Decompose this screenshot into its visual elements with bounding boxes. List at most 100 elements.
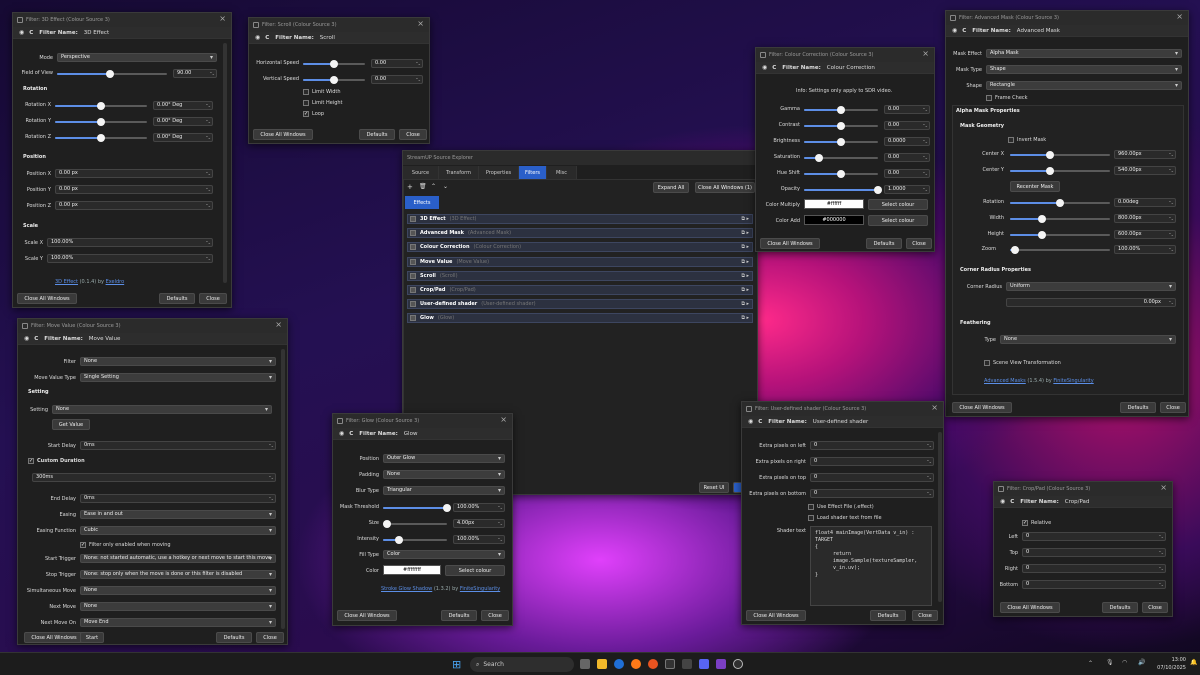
filter-row-actions-icon[interactable]: ⧉ ▸ bbox=[741, 230, 749, 236]
corner-radius-spinbox[interactable]: 0.00px bbox=[1006, 298, 1176, 307]
title-bar[interactable]: Filter: Glow (Colour Source 3) × bbox=[333, 414, 512, 428]
close-button[interactable]: Close bbox=[1142, 602, 1168, 613]
filter-row-actions-icon[interactable]: ⧉ ▸ bbox=[741, 301, 749, 307]
firefox-icon[interactable] bbox=[631, 659, 641, 669]
volume-icon[interactable]: 🔊 bbox=[1138, 659, 1145, 666]
mask-type-select[interactable]: Shape bbox=[986, 65, 1182, 74]
filter-name-value[interactable]: User-defined shader bbox=[813, 419, 868, 425]
filter-row-actions-icon[interactable]: ⧉ ▸ bbox=[741, 273, 749, 279]
filter-name-value[interactable]: Scroll bbox=[320, 35, 335, 41]
mode-select[interactable]: Perspective bbox=[57, 53, 217, 62]
defaults-button[interactable]: Defaults bbox=[1102, 602, 1138, 613]
load-shader-from-file-checkbox[interactable]: Load shader text from file bbox=[808, 515, 882, 521]
height-spinbox[interactable]: 600.00px bbox=[1114, 230, 1176, 239]
mask-threshold-spinbox[interactable]: 100.00% bbox=[453, 503, 505, 512]
eye-icon[interactable]: ◉ bbox=[762, 64, 767, 71]
brightness-spinbox[interactable]: 0.0000 bbox=[884, 137, 930, 146]
limit-width-checkbox[interactable]: Limit Width bbox=[303, 89, 341, 95]
position-select[interactable]: Outer Glow bbox=[383, 454, 505, 463]
simultaneous-move-select[interactable]: None bbox=[80, 586, 276, 595]
saturation-spinbox[interactable]: 0.00 bbox=[884, 153, 930, 162]
filter-row[interactable]: Advanced Mask (Advanced Mask) ⧉ ▸ bbox=[407, 228, 753, 239]
select-colour-add-button[interactable]: Select colour bbox=[868, 215, 928, 226]
hue-shift-slider[interactable] bbox=[804, 170, 878, 178]
start-delay-spinbox[interactable]: 0ms bbox=[80, 441, 276, 450]
loop-checkbox[interactable]: ✓ Loop bbox=[303, 111, 324, 117]
scale-x-spinbox[interactable]: 100.00% bbox=[47, 238, 213, 247]
tab-source[interactable]: Source bbox=[403, 166, 439, 179]
filter-select[interactable]: None bbox=[80, 357, 276, 366]
horizontal-speed-slider[interactable] bbox=[303, 60, 365, 68]
discord-icon[interactable] bbox=[699, 659, 709, 669]
close-button[interactable]: Close bbox=[1160, 402, 1186, 413]
filter-name-value[interactable]: Colour Correction bbox=[827, 65, 875, 71]
filter-enabled-checkbox[interactable] bbox=[410, 301, 416, 308]
center-x-slider[interactable] bbox=[1010, 151, 1110, 159]
search-box[interactable]: ⌕ Search bbox=[470, 657, 574, 672]
gamma-slider[interactable] bbox=[804, 106, 878, 114]
next-move-select[interactable]: None bbox=[80, 602, 276, 611]
close-icon[interactable]: × bbox=[500, 415, 507, 424]
close-all-windows-button[interactable]: Close All Windows bbox=[253, 129, 313, 140]
easing-function-select[interactable]: Cubic bbox=[80, 526, 276, 535]
opacity-slider[interactable] bbox=[804, 186, 882, 194]
frame-check-checkbox[interactable]: Frame Check bbox=[986, 95, 1028, 101]
filter-enabled-checkbox[interactable] bbox=[410, 315, 416, 322]
gamma-spinbox[interactable]: 0.00 bbox=[884, 105, 930, 114]
filter-name-value[interactable]: Crop/Pad bbox=[1065, 499, 1090, 505]
opacity-spinbox[interactable]: 1.0000 bbox=[884, 185, 930, 194]
mask-threshold-slider[interactable] bbox=[383, 504, 451, 512]
defaults-button[interactable]: Defaults bbox=[216, 632, 252, 643]
extra-pixels-top-spinbox[interactable]: 0 bbox=[810, 473, 934, 482]
recenter-mask-button[interactable]: Recenter Mask bbox=[1010, 181, 1060, 192]
rotation-slider[interactable] bbox=[1010, 199, 1110, 207]
close-all-windows-button[interactable]: Close All Windows bbox=[760, 238, 820, 249]
size-spinbox[interactable]: 4.00px bbox=[453, 519, 505, 528]
eye-icon[interactable]: ◉ bbox=[748, 418, 753, 425]
filter-name-value[interactable]: Glow bbox=[404, 431, 418, 437]
title-bar[interactable]: Filter: Colour Correction (Colour Source… bbox=[756, 48, 934, 62]
start-button[interactable]: Start bbox=[80, 632, 104, 643]
width-slider[interactable] bbox=[1010, 215, 1110, 223]
filter-enabled-checkbox[interactable] bbox=[410, 216, 416, 222]
credit-link[interactable]: Stroke Glow Shadow (1.3.2) by FiniteSing… bbox=[381, 586, 500, 592]
eye-icon[interactable]: ◉ bbox=[952, 27, 957, 34]
use-effect-file-checkbox[interactable]: Use Effect File (.effect) bbox=[808, 504, 874, 510]
center-x-spinbox[interactable]: 960.00px bbox=[1114, 150, 1176, 159]
move-down-icon[interactable]: ⌄ bbox=[443, 183, 448, 190]
filter-row-actions-icon[interactable]: ⧉ ▸ bbox=[741, 259, 749, 265]
filter-row[interactable]: User-defined shader (User-defined shader)… bbox=[407, 299, 753, 310]
tab-transform[interactable]: Transform bbox=[439, 166, 479, 179]
fov-spinbox[interactable]: 90.00 bbox=[173, 69, 217, 78]
padding-select[interactable]: None bbox=[383, 470, 505, 479]
position-y-spinbox[interactable]: 0.00 px bbox=[55, 185, 213, 194]
easing-select[interactable]: Ease in and out bbox=[80, 510, 276, 519]
filter-row[interactable]: 3D Effect (3D Effect) ⧉ ▸ bbox=[407, 214, 753, 224]
next-move-on-select[interactable]: Move End bbox=[80, 618, 276, 627]
mask-effect-select[interactable]: Alpha Mask bbox=[986, 49, 1182, 58]
stop-trigger-select[interactable]: None: stop only when the move is done or… bbox=[80, 570, 276, 579]
right-spinbox[interactable]: 0 bbox=[1022, 564, 1166, 573]
title-bar[interactable]: Filter: Move Value (Colour Source 3) × bbox=[18, 319, 287, 333]
filter-enabled-checkbox[interactable] bbox=[410, 272, 416, 279]
rotation-y-slider[interactable] bbox=[55, 118, 147, 126]
eye-icon[interactable]: ◉ bbox=[19, 29, 24, 36]
filter-enabled-checkbox[interactable] bbox=[410, 258, 416, 265]
obs-icon[interactable] bbox=[733, 659, 743, 669]
start-trigger-select[interactable]: None: not started automatic, use a hotke… bbox=[80, 554, 276, 563]
close-all-windows-button[interactable]: Close All Windows bbox=[337, 610, 397, 621]
edge-icon[interactable] bbox=[614, 659, 624, 669]
corner-radius-select[interactable]: Uniform bbox=[1006, 282, 1176, 291]
title-bar[interactable]: Filter: Advanced Mask (Colour Source 3) × bbox=[946, 11, 1188, 25]
contrast-spinbox[interactable]: 0.00 bbox=[884, 121, 930, 130]
task-view-icon[interactable] bbox=[580, 659, 590, 669]
intensity-slider[interactable] bbox=[383, 536, 447, 544]
scale-y-spinbox[interactable]: 100.00% bbox=[47, 254, 213, 263]
position-x-spinbox[interactable]: 0.00 px bbox=[55, 169, 213, 178]
scrollbar[interactable] bbox=[938, 432, 942, 602]
close-icon[interactable]: × bbox=[931, 403, 938, 412]
rotation-x-spinbox[interactable]: 0.00° Deg bbox=[153, 101, 213, 110]
windows-start-icon[interactable]: ⊞ bbox=[452, 658, 461, 671]
defaults-button[interactable]: Defaults bbox=[359, 129, 395, 140]
filter-row[interactable]: Scroll (Scroll) ⧉ ▸ bbox=[407, 270, 753, 281]
